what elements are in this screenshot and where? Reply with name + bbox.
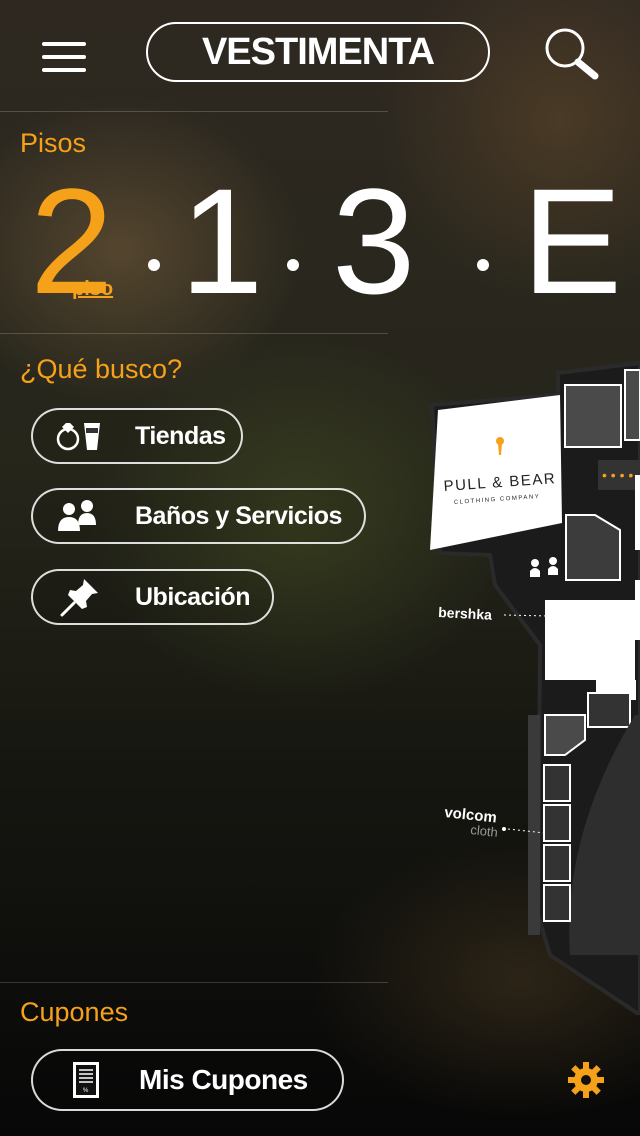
restrooms-services-button[interactable]: Baños y Servicios bbox=[31, 488, 366, 544]
svg-text:• • • •: • • • • bbox=[602, 467, 633, 483]
people-icon bbox=[51, 496, 107, 536]
gear-icon[interactable] bbox=[566, 1060, 606, 1100]
bershka-label: bershka bbox=[438, 604, 493, 623]
divider bbox=[0, 111, 388, 112]
svg-text:%: % bbox=[83, 1088, 89, 1094]
pushpin-icon bbox=[51, 577, 107, 617]
volcom-subtitle: cloth bbox=[470, 822, 499, 840]
location-button[interactable]: Ubicación bbox=[31, 569, 274, 625]
ring-and-cup-icon bbox=[51, 416, 107, 456]
floor-1[interactable]: 1 bbox=[180, 166, 263, 316]
floor-suffix-label: piso bbox=[72, 278, 114, 300]
divider bbox=[0, 982, 388, 983]
floor-separator-dot bbox=[287, 259, 299, 271]
restrooms-services-button-label: Baños y Servicios bbox=[135, 501, 342, 530]
coupon-document-icon: % bbox=[69, 1060, 103, 1100]
floor-map[interactable]: PULL & BEAR CLOTHING COMPANY • • • • ber… bbox=[420, 355, 640, 1018]
floor-separator-dot bbox=[148, 259, 160, 271]
my-coupons-button-label: Mis Cupones bbox=[139, 1064, 308, 1095]
bershka-store bbox=[545, 600, 635, 680]
floor-3[interactable]: 3 bbox=[332, 166, 415, 316]
section-title-button[interactable]: VESTIMENTA bbox=[146, 22, 490, 82]
coupons-label: Cupones bbox=[20, 997, 129, 1027]
search-icon[interactable] bbox=[540, 24, 602, 82]
divider bbox=[0, 333, 388, 334]
search-section-label: ¿Qué busco? bbox=[20, 354, 183, 384]
floors-label: Pisos bbox=[20, 128, 87, 158]
location-button-label: Ubicación bbox=[135, 582, 250, 611]
my-coupons-button[interactable]: % Mis Cupones bbox=[31, 1049, 344, 1111]
hamburger-menu-icon[interactable] bbox=[38, 38, 90, 76]
stores-button-label: Tiendas bbox=[135, 421, 226, 450]
stores-button[interactable]: Tiendas bbox=[31, 408, 243, 464]
floor-e[interactable]: E bbox=[522, 166, 622, 316]
section-title: VESTIMENTA bbox=[201, 30, 435, 73]
floor-separator-dot bbox=[477, 259, 489, 271]
